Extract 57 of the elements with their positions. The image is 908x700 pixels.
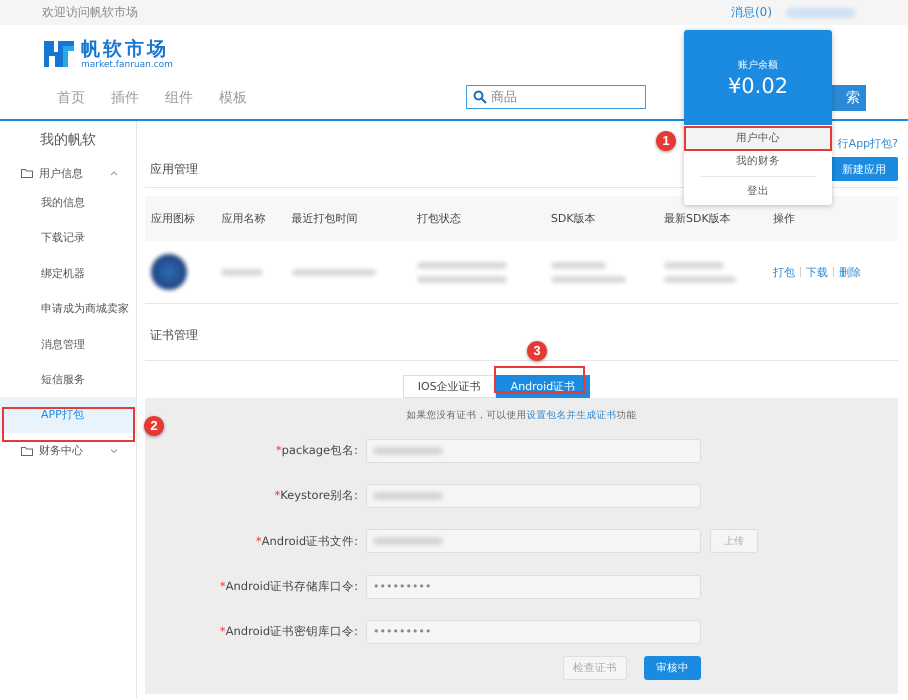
step-badge: 3 [527, 341, 547, 361]
upload-button[interactable]: 上传 [710, 529, 758, 554]
sidebar-item[interactable]: 消息管理 [0, 326, 136, 362]
generate-certificate-link[interactable]: 设置包名并生成证书 [526, 410, 616, 421]
sidebar-item[interactable]: 绑定机器 [0, 256, 136, 292]
balance-label: 账户余额 [738, 58, 778, 72]
action-link[interactable]: 下载 [806, 264, 828, 280]
menu-item[interactable]: 我的财务 [684, 150, 832, 173]
input-field[interactable] [366, 529, 701, 554]
messages-link[interactable]: 消息(0) [731, 4, 772, 21]
field-label: *Android证书密钥库口令: [218, 624, 359, 640]
submit-button[interactable]: 审核中 [644, 656, 701, 680]
nav-link[interactable]: 插件 [111, 89, 139, 107]
certificate-tab[interactable]: IOS企业证书 [402, 375, 496, 398]
column-header: SDK版本 [544, 196, 658, 241]
welcome-text: 欢迎访问帆软市场 [42, 4, 138, 21]
sidebar-item[interactable]: APP打包 [0, 397, 136, 433]
field-label: *Keystore别名: [273, 488, 359, 504]
sidebar-title: 我的帆软 [39, 131, 97, 149]
logo-domain: market.fanruan.com [81, 60, 173, 70]
app-icon [151, 254, 187, 290]
input-field[interactable]: ••••••••• [366, 620, 701, 644]
caret-icon [110, 170, 118, 176]
logo-name: 帆软市场 [81, 38, 170, 60]
sidebar-item[interactable]: 申请成为商城卖家 [0, 291, 136, 327]
folder-icon [21, 168, 33, 178]
new-app-button[interactable]: 新建应用 [830, 157, 898, 181]
balance-amount: ¥0.02 [728, 74, 788, 98]
sidebar-item[interactable]: 短信服务 [0, 362, 136, 398]
check-button[interactable]: 检查证书 [563, 656, 627, 680]
sidebar-group[interactable]: 财务中心 [0, 438, 136, 463]
input-field[interactable]: ••••••••• [366, 574, 701, 599]
sidebar-item[interactable]: 我的信息 [0, 185, 136, 220]
input-field[interactable] [366, 484, 701, 508]
action-link[interactable]: 打包 [772, 264, 795, 280]
folder-icon [21, 446, 33, 456]
field-label: *Android证书存储库口令: [218, 579, 359, 594]
input-field[interactable] [366, 438, 701, 463]
field-label: *package包名: [274, 443, 359, 458]
search-icon [473, 90, 487, 104]
column-header: 最近打包时间 [286, 196, 412, 241]
help-link[interactable]: 行App打包? [838, 136, 898, 151]
caret-icon [110, 448, 118, 454]
action-link[interactable]: 删除 [838, 264, 861, 280]
step-badge: 1 [656, 131, 676, 151]
nav-link[interactable]: 首页 [57, 89, 85, 107]
nav-link[interactable]: 模板 [219, 89, 247, 107]
section-title: 证书管理 [150, 326, 198, 344]
search-field[interactable]: 商品 [466, 85, 646, 109]
column-header: 打包状态 [411, 196, 545, 241]
column-header: 应用图标 [145, 196, 216, 241]
column-header: 应用名称 [215, 196, 286, 241]
field-label: *Android证书文件: [254, 534, 359, 549]
sidebar-group[interactable]: 用户信息 [0, 161, 136, 185]
sidebar-item[interactable]: 下载记录 [0, 220, 136, 256]
nav-link[interactable]: 组件 [165, 89, 193, 107]
section-title: 应用管理 [150, 160, 198, 178]
